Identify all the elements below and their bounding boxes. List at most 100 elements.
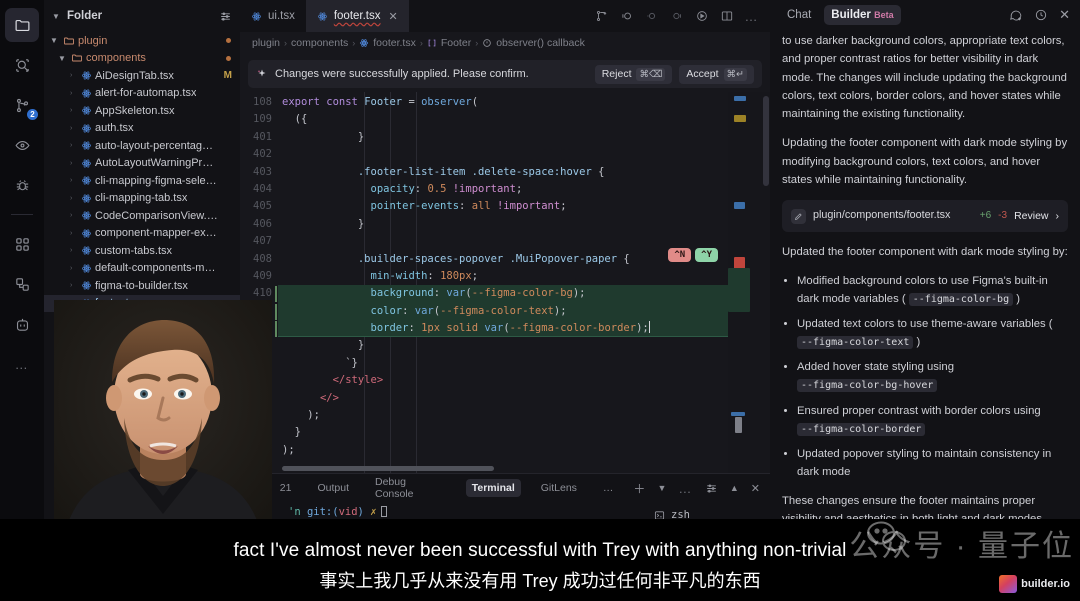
accept-button[interactable]: Accept ⌘↵ (679, 64, 754, 84)
history-icon[interactable] (1034, 8, 1048, 22)
activity-testing[interactable] (5, 168, 39, 202)
tree-file-row[interactable]: › auth.tsx (44, 120, 240, 138)
panel-tab-more[interactable]: … (597, 479, 620, 497)
tree-file-row[interactable]: › cli-mapping-figma-selec… (44, 172, 240, 190)
debug-step-over-icon[interactable] (645, 9, 659, 23)
code-line[interactable]: </style> (278, 372, 728, 389)
more-actions-icon[interactable]: … (745, 9, 760, 24)
chevron-down-icon[interactable]: ▼ (52, 12, 62, 21)
code-line[interactable] (278, 146, 728, 163)
tree-file-row[interactable]: › M… (44, 435, 240, 453)
activity-extensions[interactable] (5, 227, 39, 261)
panel-tab-output[interactable]: Output (311, 479, 355, 497)
code-line[interactable]: opacity: 0.5 !important; (278, 181, 728, 198)
scrollbar-thumb[interactable] (763, 96, 769, 186)
add-terminal-icon[interactable]: ＋ (633, 480, 645, 497)
panel-tab-problems[interactable]: 21 (274, 479, 298, 497)
chevron-icon[interactable]: ⌃ (250, 484, 260, 493)
code-line[interactable]: min-width: 180px; (278, 268, 728, 285)
tree-file-row[interactable]: › AiDesignTab.tsx M (44, 67, 240, 85)
code-lines[interactable]: ^N ^Y You, 53 seconds a export const Foo… (278, 92, 728, 473)
code-line[interactable]: .builder-spaces-popover .MuiPopover-pape… (278, 251, 728, 268)
tree-file-row[interactable]: › help-to… (44, 312, 240, 330)
code-line[interactable]: color: var(--figma-color-text); (278, 302, 728, 321)
breadcrumb-item-plugin[interactable]: plugin (252, 37, 280, 49)
close-icon[interactable]: ✕ (389, 10, 398, 23)
debug-step-into-icon[interactable] (670, 9, 684, 23)
chevron-up-icon[interactable]: ▲ (730, 483, 739, 493)
code-line[interactable]: .footer-list-item .delete-space:hover { (278, 164, 728, 181)
code-line[interactable]: pointer-events: all !important; (278, 198, 728, 215)
reject-button[interactable]: Reject ⌘⌫ (594, 64, 673, 84)
tree-file-row[interactable]: › custom-tabs.tsx (44, 242, 240, 260)
split-editor-icon[interactable] (595, 9, 609, 23)
tab-ui-tsx[interactable]: ui.tsx (240, 0, 306, 32)
breadcrumb-item-callback[interactable]: observer() callback (496, 37, 585, 49)
code-line[interactable]: ({ (278, 111, 728, 128)
code-line[interactable]: ); (278, 442, 728, 459)
close-icon[interactable]: ✕ (751, 482, 760, 495)
tree-file-row[interactable]: › alert-for-automap.tsx (44, 85, 240, 103)
tree-file-row[interactable]: › loading … (44, 382, 240, 400)
debug-step-back-icon[interactable] (620, 9, 634, 23)
code-line[interactable]: </> (278, 390, 728, 407)
tree-file-row[interactable]: › AutoLayoutWarningProm… (44, 155, 240, 173)
review-link[interactable]: Review (1014, 208, 1048, 225)
editor-vertical-scrollbar[interactable] (762, 92, 770, 473)
code-line[interactable]: background: var(--figma-color-bg); (278, 285, 728, 303)
run-icon[interactable] (695, 9, 709, 23)
close-icon[interactable]: ✕ (1059, 7, 1070, 23)
code-editor[interactable]: 108 109 401 402 403 404 405 406 407 408 409 410 411 4… (240, 92, 770, 473)
minimap-slider[interactable] (735, 417, 742, 433)
tree-file-row[interactable]: › cli-mapping-tab.tsx (44, 190, 240, 208)
activity-search[interactable] (5, 48, 39, 82)
activity-explorer[interactable] (5, 8, 39, 42)
code-line[interactable]: } (278, 129, 728, 146)
minimap[interactable] (728, 92, 762, 473)
panel-tab-gitlens[interactable]: GitLens (535, 479, 583, 497)
new-chat-icon[interactable] (1009, 8, 1023, 22)
diff-reject-badge[interactable]: ^N (668, 248, 692, 262)
code-line[interactable]: export const Footer = observer( (278, 94, 728, 111)
settings-sliders-icon[interactable] (705, 482, 718, 495)
panel-tab-debug-console[interactable]: Debug Console (369, 473, 452, 503)
tree-file-row[interactable]: › footer.tsx (44, 294, 240, 312)
tree-folder-plugin[interactable]: ▼ plugin (44, 32, 240, 50)
editor-horizontal-scrollbar[interactable] (282, 466, 494, 471)
tree-folder-components[interactable]: ▼ components (44, 50, 240, 68)
tab-chat[interactable]: Chat (780, 5, 818, 25)
tree-file-row[interactable]: › auto-layout-percentage-… (44, 137, 240, 155)
tree-file-row[interactable]: › lovable-scr… (44, 417, 240, 435)
activity-source-control[interactable]: 2 (5, 88, 39, 122)
code-line[interactable]: ); (278, 407, 728, 424)
tree-file-row[interactable]: › figma-to-builder.tsx (44, 277, 240, 295)
tree-file-row[interactable]: › legac… (44, 347, 240, 365)
code-line[interactable]: } (278, 337, 728, 354)
changed-file-card[interactable]: plugin/components/footer.tsx +6 -3 Revie… (782, 200, 1068, 232)
code-line[interactable] (278, 233, 728, 250)
tree-file-row[interactable]: › component-mapper-exp… (44, 225, 240, 243)
panel-tab-terminal[interactable]: Terminal (465, 479, 521, 497)
code-line[interactable]: } (278, 424, 728, 441)
filter-icon[interactable] (219, 10, 232, 23)
tree-file-row[interactable]: › load… (44, 400, 240, 418)
tree-file-row[interactable]: › CodeComparisonView.tsx (44, 207, 240, 225)
activity-copilot[interactable] (5, 307, 39, 341)
split-editor-right-icon[interactable] (720, 9, 734, 23)
tree-file-row[interactable]: › AppSkeleton.tsx (44, 102, 240, 120)
breadcrumb-item-symbol[interactable]: Footer (441, 37, 471, 49)
tree-file-row[interactable]: › input… (44, 330, 240, 348)
activity-more[interactable]: … (5, 347, 39, 381)
tab-footer-tsx[interactable]: footer.tsx ✕ (305, 0, 409, 32)
code-line[interactable]: border: 1px solid var(--figma-color-bord… (278, 320, 728, 338)
chevron-down-icon[interactable]: ▼ (657, 483, 666, 493)
tree-file-row[interactable]: › (44, 452, 240, 470)
diff-accept-badge[interactable]: ^Y (695, 248, 718, 262)
tab-builder[interactable]: Builder Beta (824, 5, 901, 25)
more-actions-icon[interactable]: … (678, 481, 693, 496)
code-line[interactable]: } (278, 216, 728, 233)
tree-file-row[interactable]: › loading… (44, 365, 240, 383)
breadcrumb-item-components[interactable]: components (291, 37, 348, 49)
breadcrumb-item-file[interactable]: footer.tsx (373, 37, 416, 49)
activity-run-debug[interactable] (5, 128, 39, 162)
